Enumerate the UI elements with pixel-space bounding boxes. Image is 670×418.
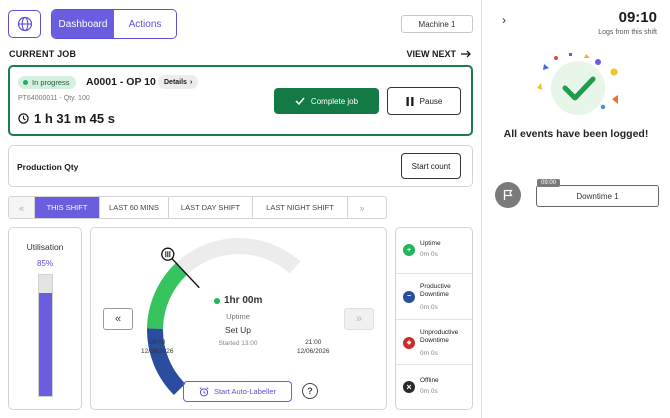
start-count-button[interactable]: Start count [401,153,461,179]
complete-job-button[interactable]: Complete job [274,88,379,114]
legend-productive-downtime: − Productive Downtime 0m 0s [396,274,472,320]
event-time-badge: 09:00 [537,179,561,187]
details-button[interactable]: Details › [158,75,199,89]
auto-labeller-label: Start Auto-Labeller [213,387,277,396]
machine-select[interactable]: Machine 1 [401,15,473,33]
legend-time: 0m 0s [420,251,438,258]
event-downtime-1[interactable]: Downtime 1 [536,185,659,207]
production-qty-label: Production Qty [17,162,79,172]
production-qty-card: Production Qty Start count [8,145,473,187]
pause-icon [406,96,414,106]
legend-name: Offline [420,377,439,385]
status-dot [23,80,28,85]
job-subtitle: PT64000011 - Qty. 100 [18,95,90,102]
tab-last-night-shift[interactable]: LAST NIGHT SHIFT [253,197,348,218]
logs-subtitle: Logs from this shift [598,29,657,36]
tab-actions[interactable]: Actions [114,10,176,38]
legend-unproductive-downtime: ◆ Unproductive Downtime 0m 0s [396,320,472,366]
gauge-segment [147,328,186,396]
utilisation-bar [38,274,53,397]
complete-job-label: Complete job [310,96,359,106]
check-icon [295,97,305,105]
legend-name: Uptime [420,240,441,247]
gauge-current-value: 1hr 00m [214,295,262,306]
view-tabs: Dashboard Actions [51,9,177,39]
tab-last-60-mins[interactable]: LAST 60 MINS [100,197,169,218]
view-next-link[interactable]: VIEW NEXT [406,49,471,59]
shift-tabs: « THIS SHIFT LAST 60 MINS LAST DAY SHIFT… [8,196,387,219]
view-next-label: VIEW NEXT [406,49,456,59]
utilisation-card: Utilisation 85% [8,227,82,410]
legend-time: 0m 0s [420,349,438,357]
auto-labeller-button[interactable]: Start Auto-Labeller [183,381,292,402]
legend-name: Unproductive Downtime [420,328,459,344]
legend-name: Productive Downtime [420,282,451,299]
success-illustration-icon [537,53,618,115]
plus-icon: + [403,244,415,256]
tab-dashboard[interactable]: Dashboard [52,10,114,38]
utilisation-value: 85% [36,259,53,268]
all-logged-message: All events have been logged! [503,128,649,140]
gauge-start-time: 09:00 [149,339,166,346]
gauge-started: Started 13:00 [218,340,258,347]
gauge-end-tick: 21:00 12/06/2026 [297,339,330,357]
gauge-end-time: 21:00 [305,339,322,346]
elapsed-time: 1 h 31 m 45 s [34,111,115,126]
gauge-start-tick: 09:00 12/06/2026 [141,339,174,357]
pause-button[interactable]: Pause [387,87,461,115]
details-label: Details [164,78,187,86]
gauge-segments [147,262,188,396]
status-text: In progress [32,78,70,87]
help-icon[interactable]: ? [302,383,318,399]
legend-offline: × Offline 0m 0s [396,365,472,411]
clock-icon [18,113,29,124]
flag-icon [495,182,521,208]
diamond-icon: ◆ [403,336,415,349]
pause-label: Pause [419,96,443,106]
shift-gauge-card: « » 1hr 00m Uptime Set Up Started 13:00 … [90,227,387,410]
collapse-panel-icon[interactable]: › [502,13,506,27]
globe-icon [17,16,32,32]
chevron-right-icon: › [189,78,193,86]
gauge-marker-icon [161,247,175,261]
gauge-next-button[interactable]: » [344,308,374,330]
uptime-dot [214,297,220,304]
language-button[interactable] [8,10,41,38]
current-job-card: In progress A0001 - OP 10 Details › PT64… [8,65,473,136]
tab-this-shift[interactable]: THIS SHIFT [35,197,100,218]
gauge-end-date: 12/06/2026 [297,347,330,355]
tabs-prev-icon[interactable]: « [9,197,35,218]
current-clock: 09:10 [618,9,657,26]
status-badge: In progress [18,76,76,89]
gauge-current-label: Uptime [226,312,250,321]
x-icon: × [403,381,415,394]
legend-time: 0m 0s [420,388,438,396]
tabs-next-icon[interactable]: » [348,197,376,218]
gauge-start-date: 12/06/2026 [141,347,174,355]
legend-uptime: + Uptime 0m 0s [396,228,472,274]
tab-last-day-shift[interactable]: LAST DAY SHIFT [169,197,253,218]
arrow-right-icon [461,50,471,58]
gauge-prev-button[interactable]: « [103,308,133,330]
utilisation-title: Utilisation [26,242,64,252]
job-id: A0001 - OP 10 [86,76,156,88]
main-panel: Dashboard Actions Machine 1 CURRENT JOB … [0,0,481,418]
gauge-current-value-text: 1hr 00m [224,295,263,306]
logs-panel: › 09:10 Logs from this shift All events … [481,0,670,418]
current-job-title: CURRENT JOB [9,49,77,59]
gauge-state: Set Up [225,325,251,335]
minus-icon: − [403,290,415,303]
legend-time: 0m 0s [420,303,438,311]
utilisation-bar-fill [39,293,52,396]
alarm-clock-icon [199,386,209,397]
job-timer: 1 h 31 m 45 s [18,111,115,126]
gauge-segment [147,262,188,330]
status-legend: + Uptime 0m 0s − Productive Downtime 0m … [395,227,473,410]
